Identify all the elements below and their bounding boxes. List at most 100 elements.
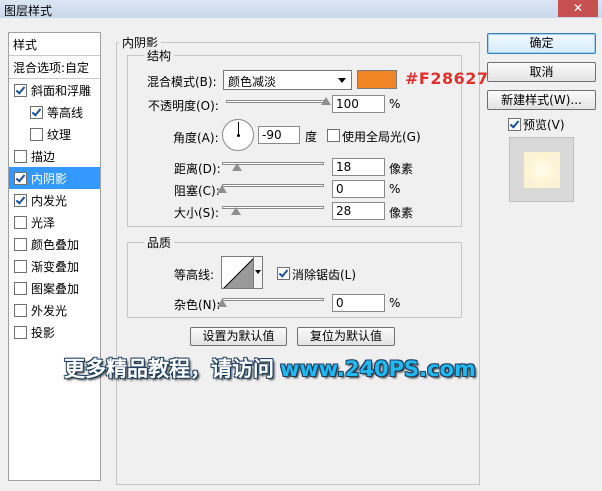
size-label: 大小(S):: [174, 206, 220, 220]
style-item-checkbox[interactable]: [14, 238, 27, 251]
structure-title: 结构: [144, 47, 175, 64]
style-item-label: 内阴影: [31, 172, 68, 186]
choke-slider-track[interactable]: [222, 184, 324, 187]
style-item-label: 图案叠加: [31, 282, 80, 296]
opacity-slider-track[interactable]: [226, 100, 326, 103]
ok-button[interactable]: 确定: [487, 33, 596, 54]
size-slider-thumb[interactable]: [231, 207, 242, 215]
style-item-checkbox[interactable]: [14, 84, 27, 97]
style-item[interactable]: 等高线: [9, 101, 100, 123]
watermark-text: 更多精品教程，请访问: [64, 357, 274, 381]
make-default-button[interactable]: 设置为默认值: [190, 327, 287, 346]
style-item-checkbox[interactable]: [30, 128, 43, 141]
distance-unit: 像素: [389, 162, 414, 176]
global-light-label: 使用全局光(G): [342, 130, 421, 144]
antialias-checkbox[interactable]: [277, 267, 290, 280]
style-item[interactable]: 描边: [9, 145, 100, 167]
styles-list: 样式 混合选项:自定 斜面和浮雕等高线纹理描边内阴影内发光光泽颜色叠加渐变叠加图…: [8, 32, 101, 481]
noise-label: 杂色(N):: [174, 298, 221, 312]
style-item-label: 纹理: [47, 128, 72, 142]
style-item-label: 投影: [31, 326, 56, 340]
angle-unit: 度: [305, 130, 318, 144]
style-item[interactable]: 光泽: [9, 211, 100, 233]
blend-mode-select[interactable]: 颜色减淡: [223, 70, 352, 90]
watermark-banner: 更多精品教程，请访问 www.240PS.com: [64, 353, 476, 383]
style-item-checkbox[interactable]: [30, 106, 43, 119]
watermark-url: www.240PS.com: [280, 357, 476, 381]
style-item-checkbox[interactable]: [14, 172, 27, 185]
contour-preview[interactable]: [221, 256, 254, 289]
choke-unit: %: [389, 182, 401, 196]
style-item-label: 颜色叠加: [31, 238, 80, 252]
noise-slider-track[interactable]: [222, 298, 324, 301]
opacity-label: 不透明度(O):: [148, 99, 219, 113]
style-item[interactable]: 投影: [9, 321, 100, 343]
blend-mode-value: 颜色减淡: [228, 75, 277, 89]
style-item-label: 外发光: [31, 304, 68, 318]
choke-slider-thumb[interactable]: [217, 185, 227, 193]
shadow-color-swatch[interactable]: [357, 70, 397, 89]
window-title: 图层样式: [4, 4, 53, 18]
distance-slider-thumb[interactable]: [232, 163, 243, 171]
style-item-checkbox[interactable]: [14, 216, 27, 229]
style-item-checkbox[interactable]: [14, 326, 27, 339]
blend-mode-label: 混合模式(B):: [147, 75, 217, 89]
new-style-button[interactable]: 新建样式(W)...: [487, 90, 596, 110]
opacity-input[interactable]: 100: [332, 95, 385, 113]
noise-input[interactable]: 0: [332, 294, 385, 312]
contour-curve-icon: [223, 258, 253, 288]
preview-label: 预览(V): [523, 118, 565, 132]
style-item-checkbox[interactable]: [14, 194, 27, 207]
contour-dropdown-button[interactable]: [254, 256, 263, 289]
style-preview-thumbnail: [509, 137, 574, 202]
style-item-label: 描边: [31, 150, 56, 164]
close-icon[interactable]: ✕: [558, 0, 598, 17]
preview-swatch: [524, 152, 560, 188]
angle-label: 角度(A):: [173, 131, 219, 145]
antialias-label: 消除锯齿(L): [292, 268, 357, 282]
noise-slider-thumb[interactable]: [217, 299, 227, 307]
style-item-label: 渐变叠加: [31, 260, 80, 274]
distance-input[interactable]: 18: [332, 158, 385, 176]
color-hex-annotation: #F28627: [405, 69, 489, 88]
style-item[interactable]: 图案叠加: [9, 277, 100, 299]
cancel-button[interactable]: 取消: [487, 62, 596, 82]
style-item[interactable]: 外发光: [9, 299, 100, 321]
style-item-label: 内发光: [31, 194, 68, 208]
styles-header-label: 样式: [13, 38, 38, 52]
angle-input[interactable]: -90: [258, 126, 300, 144]
style-item-label: 等高线: [47, 106, 84, 120]
style-item[interactable]: 内阴影: [9, 167, 100, 189]
noise-unit: %: [389, 296, 401, 310]
choke-label: 阻塞(C):: [174, 184, 220, 198]
preview-checkbox[interactable]: [508, 118, 521, 131]
style-item-label: 斜面和浮雕: [31, 84, 92, 98]
global-light-checkbox[interactable]: [327, 129, 340, 142]
style-item[interactable]: 斜面和浮雕: [9, 79, 100, 101]
opacity-slider-thumb[interactable]: [321, 97, 331, 105]
quality-title: 品质: [144, 234, 175, 251]
style-item[interactable]: 渐变叠加: [9, 255, 100, 277]
style-item-checkbox[interactable]: [14, 150, 27, 163]
choke-input[interactable]: 0: [332, 180, 385, 198]
styles-header[interactable]: 样式: [9, 33, 100, 55]
style-item[interactable]: 颜色叠加: [9, 233, 100, 255]
style-item[interactable]: 纹理: [9, 123, 100, 145]
blend-options-item[interactable]: 混合选项:自定: [9, 56, 100, 78]
distance-label: 距离(D):: [174, 162, 221, 176]
style-item-checkbox[interactable]: [14, 260, 27, 273]
size-input[interactable]: 28: [332, 202, 385, 220]
blend-options-label: 混合选项:自定: [13, 61, 90, 75]
chevron-down-icon: [338, 78, 346, 83]
style-item-label: 光泽: [31, 216, 56, 230]
style-item[interactable]: 内发光: [9, 189, 100, 211]
reset-default-button[interactable]: 复位为默认值: [297, 327, 395, 346]
title-bar: 图层样式 ✕: [0, 0, 602, 19]
contour-label: 等高线:: [174, 268, 215, 282]
opacity-unit: %: [389, 97, 401, 111]
style-item-checkbox[interactable]: [14, 282, 27, 295]
angle-dial[interactable]: [222, 119, 254, 151]
size-unit: 像素: [389, 206, 414, 220]
angle-dial-center: [237, 134, 240, 137]
style-item-checkbox[interactable]: [14, 304, 27, 317]
